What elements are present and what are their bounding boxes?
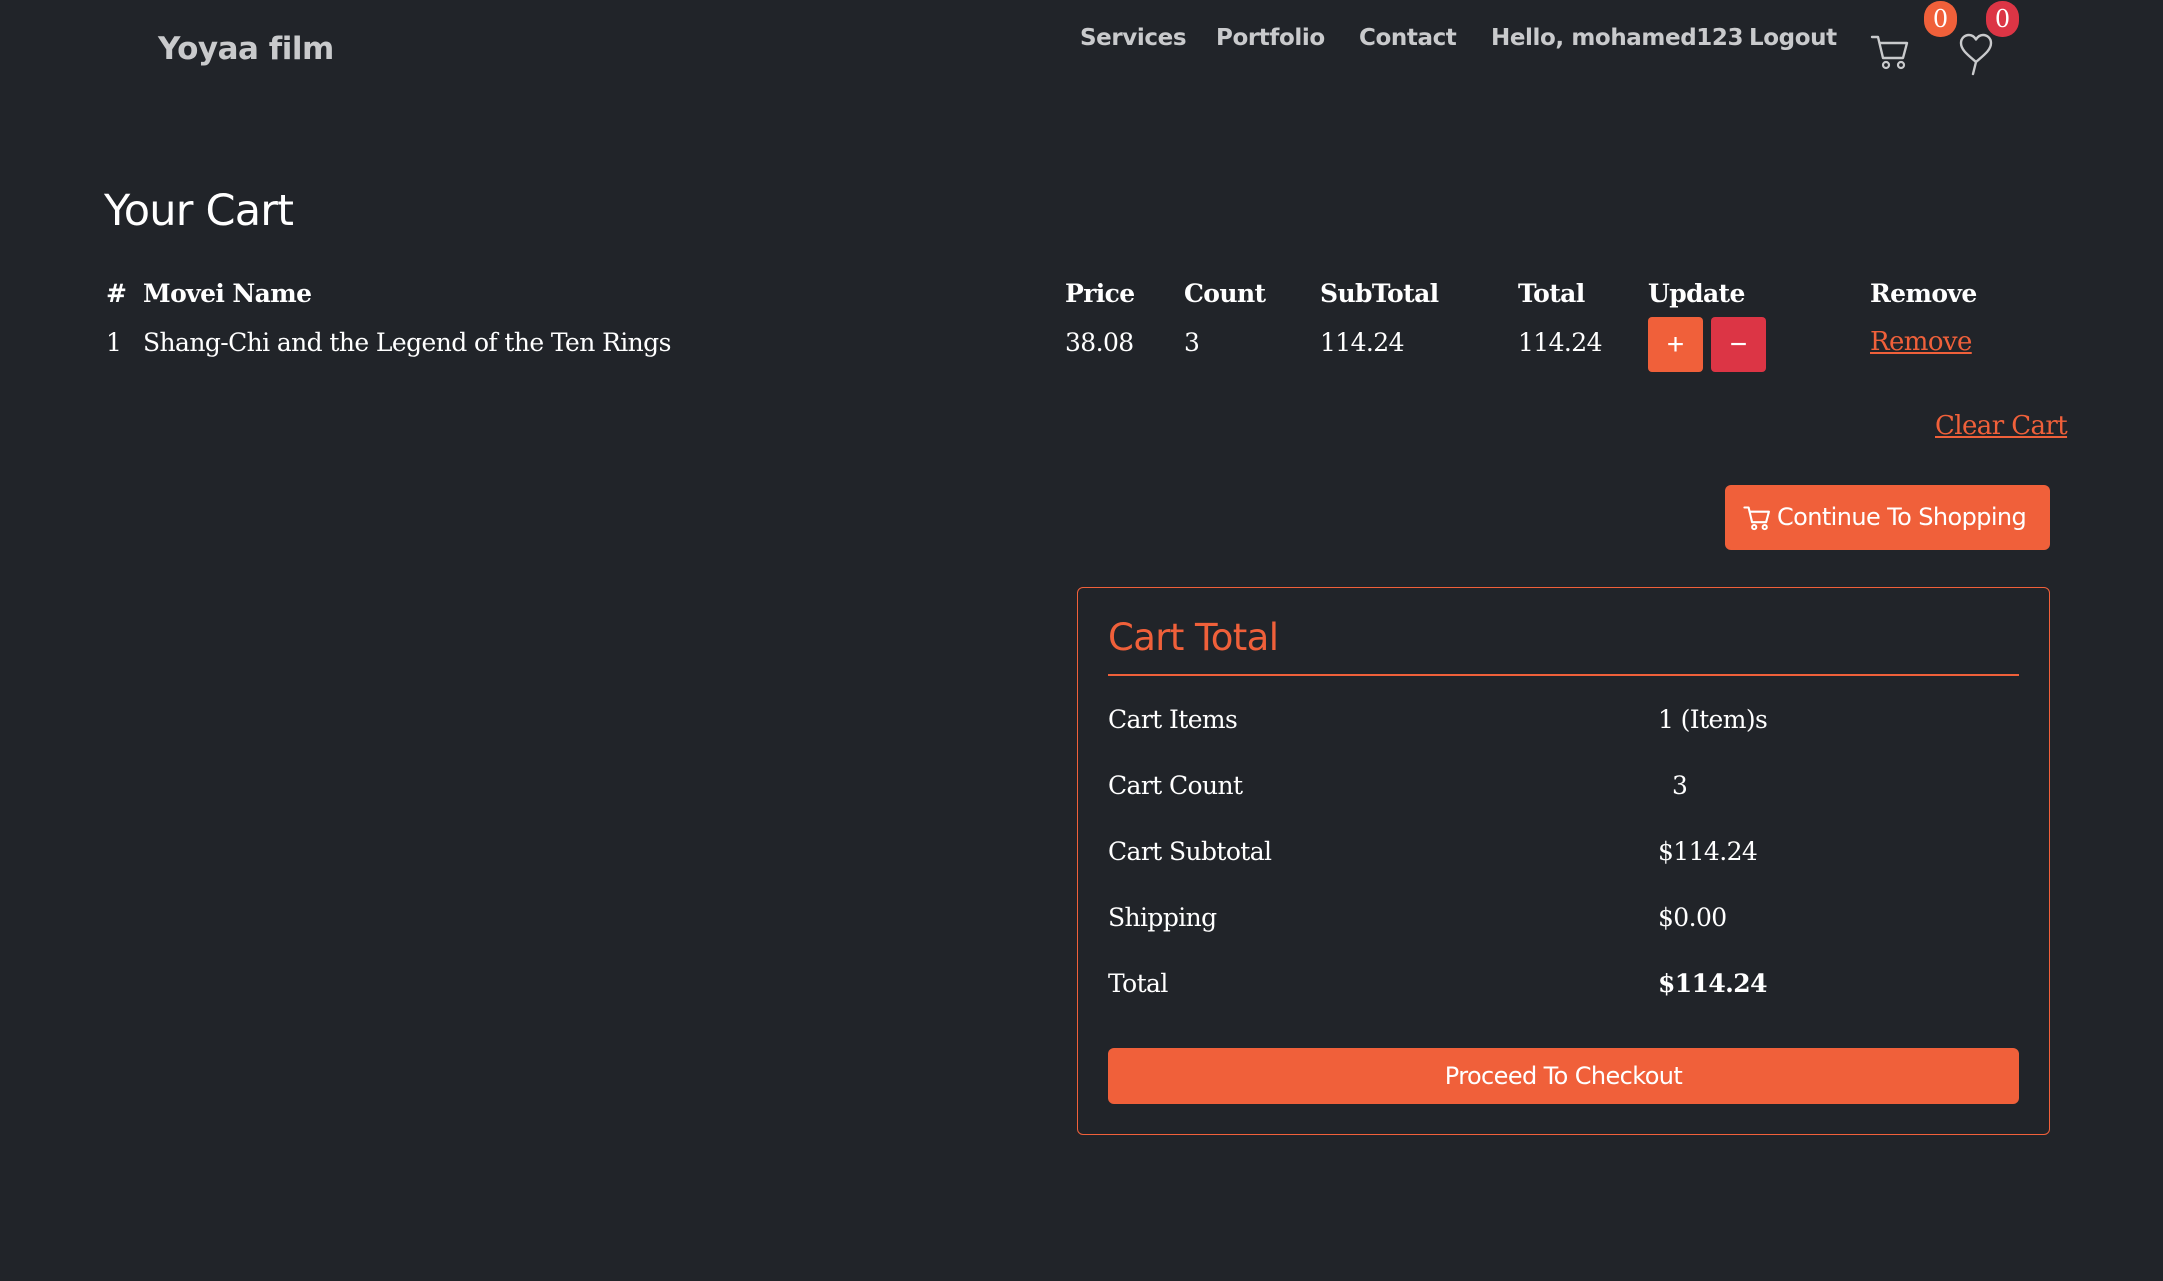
continue-shopping-button[interactable]: Continue To Shopping — [1725, 485, 2050, 550]
nav-link-services[interactable]: Services — [1080, 25, 1187, 51]
header-number: # — [106, 279, 127, 308]
total-value: $114.24 — [1658, 969, 1767, 998]
cart-count-label: Cart Count — [1108, 771, 1243, 800]
cart-subtotal-value: $114.24 — [1658, 837, 1758, 866]
clear-cart-link[interactable]: Clear Cart — [1935, 411, 2068, 441]
row-number: 1 — [106, 328, 122, 357]
row-subtotal: 114.24 — [1320, 328, 1404, 357]
header-subtotal: SubTotal — [1320, 279, 1439, 308]
divider — [1108, 674, 2019, 676]
increase-quantity-button[interactable]: + — [1648, 317, 1703, 372]
cart-count-value: 3 — [1672, 771, 1688, 800]
total-label: Total — [1108, 969, 1168, 998]
row-price: 38.08 — [1065, 328, 1134, 357]
header-count: Count — [1184, 279, 1266, 308]
nav-link-portfolio[interactable]: Portfolio — [1216, 25, 1325, 51]
shipping-label: Shipping — [1108, 903, 1217, 932]
header-movie-name: Movei Name — [143, 279, 312, 308]
proceed-to-checkout-button[interactable]: Proceed To Checkout — [1108, 1048, 2019, 1104]
row-movie-name: Shang-Chi and the Legend of the Ten Ring… — [143, 328, 671, 357]
heart-icon — [1959, 33, 1993, 76]
cart-icon — [1870, 35, 1909, 70]
row-total: 114.24 — [1518, 328, 1602, 357]
wishlist-count-badge: 0 — [1986, 1, 2019, 37]
brand-logo[interactable]: Yoyaa film — [158, 31, 334, 67]
cart-items-label: Cart Items — [1108, 705, 1238, 734]
remove-item-link[interactable]: Remove — [1870, 327, 1972, 357]
header-price: Price — [1065, 279, 1135, 308]
header-remove: Remove — [1870, 279, 1977, 308]
row-count: 3 — [1184, 328, 1200, 357]
page-title: Your Cart — [104, 186, 294, 236]
nav-wishlist-button[interactable]: 0 — [1952, 1, 2019, 90]
cart-icon — [1743, 506, 1770, 531]
nav-user-greeting[interactable]: Hello, mohamed123 — [1491, 25, 1743, 51]
cart-total-panel: Cart Total Cart Items 1 (Item)s Cart Cou… — [1077, 587, 2050, 1135]
navbar: Yoyaa film Services Portfolio Contact He… — [0, 0, 2163, 110]
nav-link-logout[interactable]: Logout — [1749, 25, 1837, 51]
nav-link-contact[interactable]: Contact — [1359, 25, 1457, 51]
nav-cart-button[interactable]: 0 — [1864, 1, 1957, 90]
cart-total-title: Cart Total — [1108, 616, 1279, 659]
header-update: Update — [1648, 279, 1745, 308]
header-total: Total — [1518, 279, 1585, 308]
cart-subtotal-label: Cart Subtotal — [1108, 837, 1272, 866]
decrease-quantity-button[interactable]: − — [1711, 317, 1766, 372]
continue-shopping-label: Continue To Shopping — [1777, 503, 2027, 531]
shipping-value: $0.00 — [1658, 903, 1727, 932]
cart-items-value: 1 (Item)s — [1658, 705, 1768, 734]
